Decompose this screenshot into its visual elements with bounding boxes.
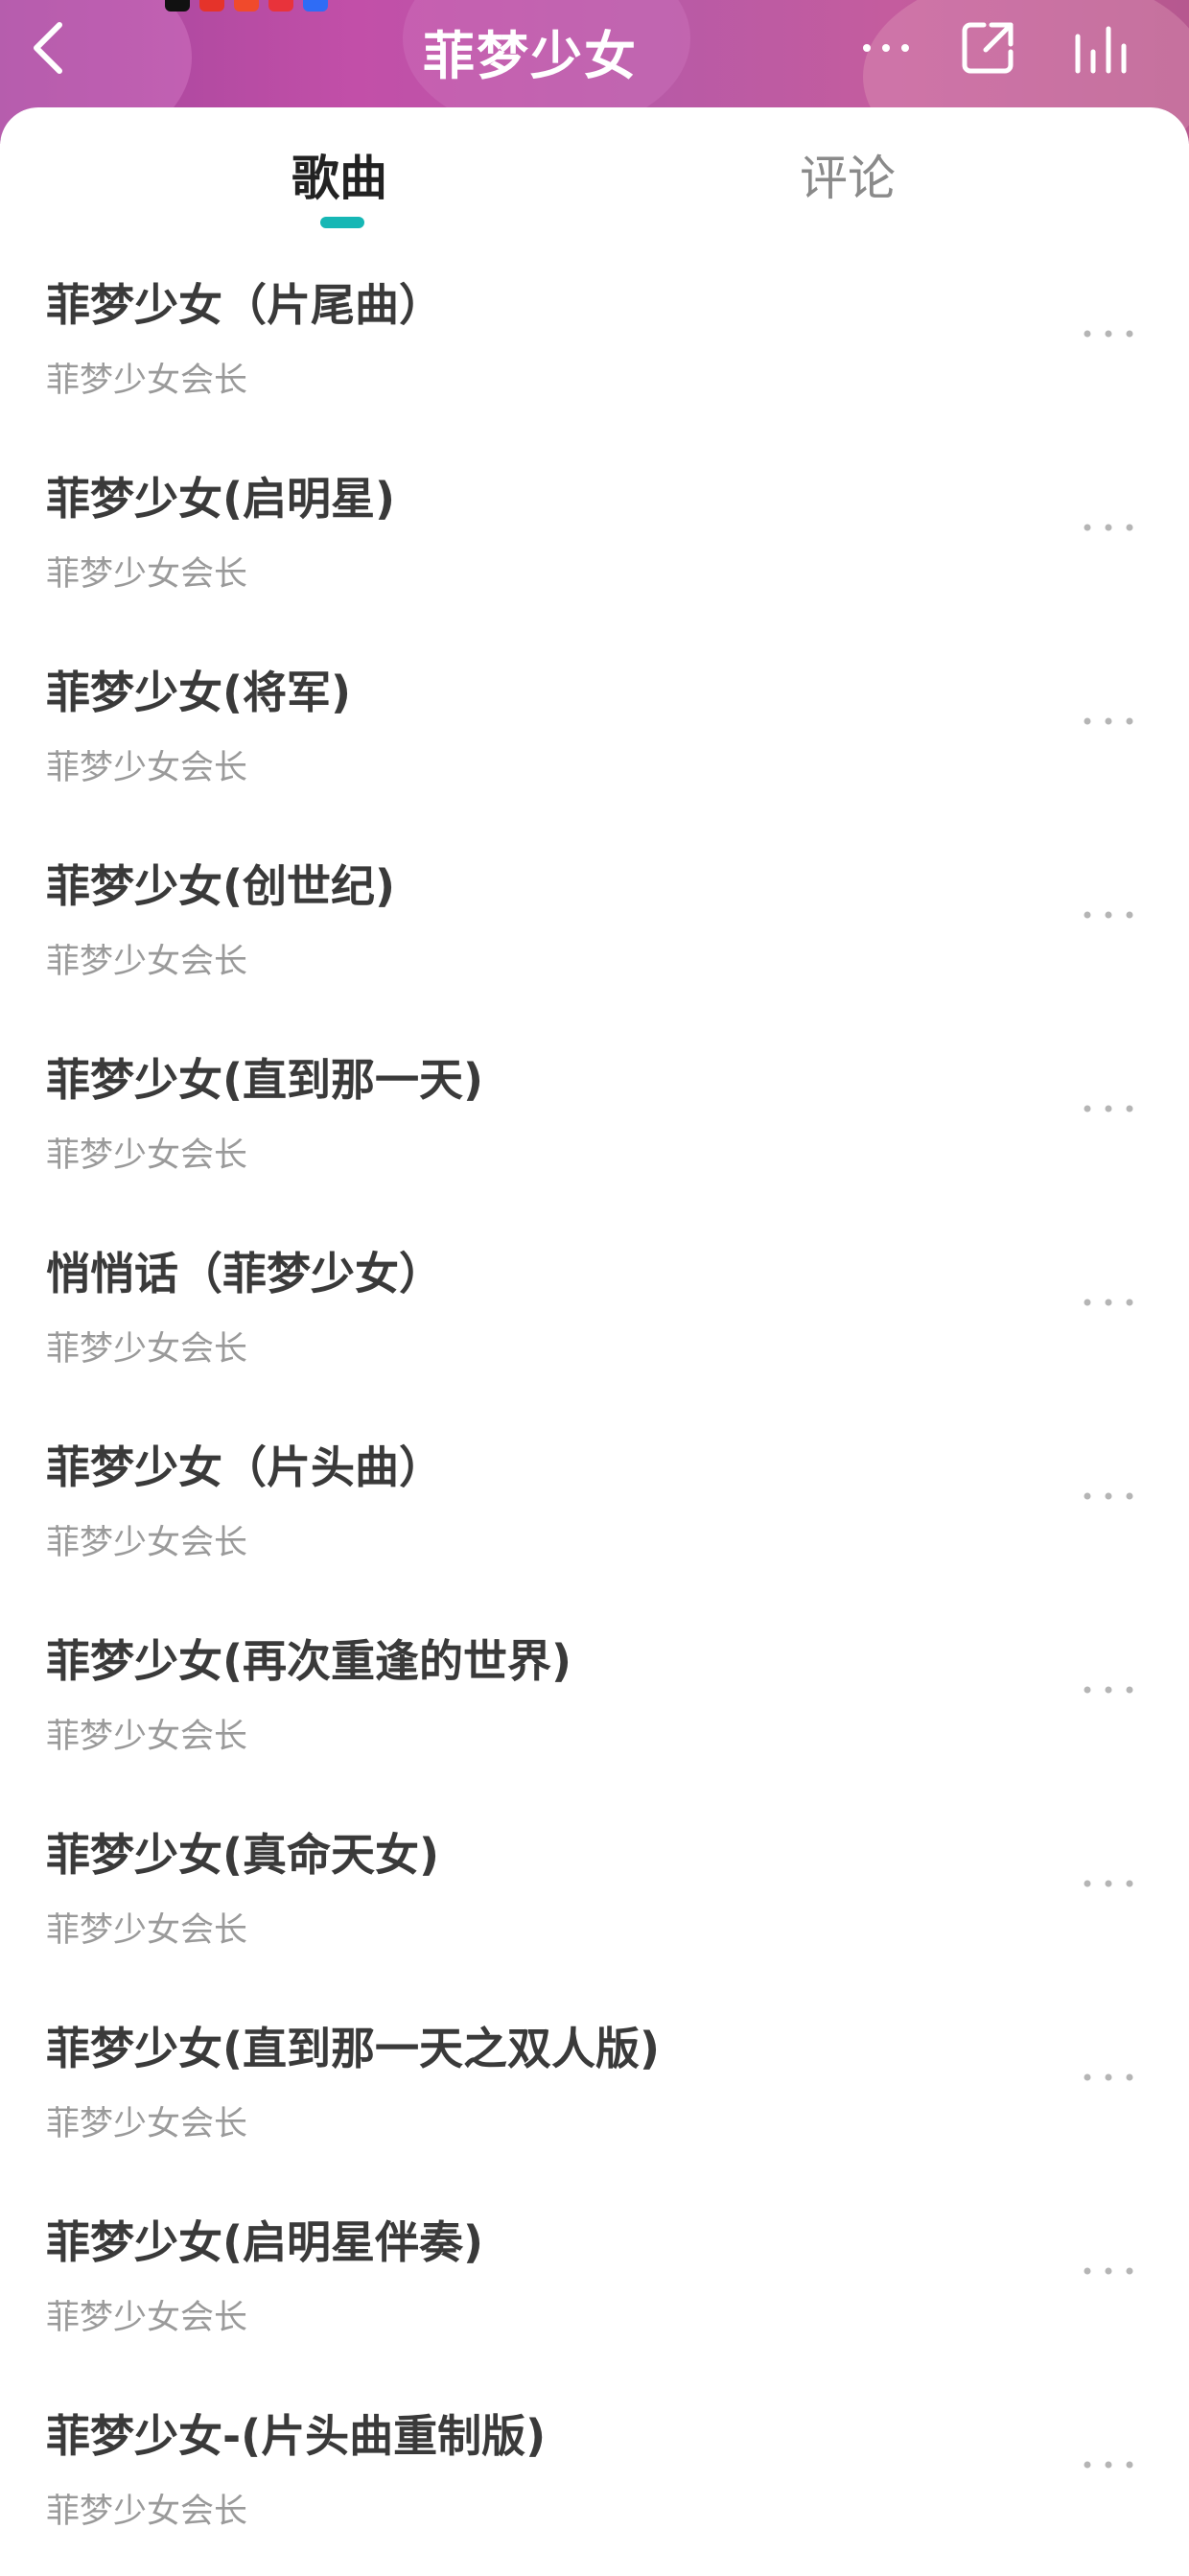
more-options-icon[interactable] xyxy=(1078,903,1139,926)
tab-comments[interactable]: 评论 xyxy=(800,140,896,209)
more-horizontal-icon[interactable] xyxy=(855,17,917,79)
more-options-icon[interactable] xyxy=(1078,516,1139,539)
status-bar-icons xyxy=(165,0,328,12)
more-options-icon[interactable] xyxy=(1078,1872,1139,1895)
song-title: 菲梦少女(再次重逢的世界) xyxy=(46,1635,572,1687)
song-artist: 菲梦少女会长 xyxy=(46,1524,248,1562)
song-list-item[interactable]: 菲梦少女(启明星伴奏) 菲梦少女会长 xyxy=(0,2189,1189,2382)
song-artist: 菲梦少女会长 xyxy=(46,1911,248,1950)
song-list-item[interactable]: 菲梦少女(启明星) 菲梦少女会长 xyxy=(0,445,1189,639)
song-list-item[interactable]: 菲梦少女(真命天女) 菲梦少女会长 xyxy=(0,1801,1189,1995)
song-title: 菲梦少女(启明星) xyxy=(46,473,396,525)
more-options-icon[interactable] xyxy=(1078,1097,1139,1120)
more-options-icon[interactable] xyxy=(1078,1678,1139,1701)
more-options-icon[interactable] xyxy=(1078,1291,1139,1314)
song-artist: 菲梦少女会长 xyxy=(46,2493,248,2531)
song-title: 菲梦少女-(片头曲重制版) xyxy=(46,2410,547,2462)
song-list-item[interactable]: 菲梦少女-(片头曲重制版) 菲梦少女会长 xyxy=(0,2382,1189,2576)
content-panel: 歌曲 评论 菲梦少女（片尾曲） 菲梦少女会长 菲梦少女(启明星) 菲梦少女会长 菲梦少女… xyxy=(0,107,1189,2573)
song-list-item[interactable]: 菲梦少女（片尾曲） 菲梦少女会长 xyxy=(0,251,1189,445)
song-artist: 菲梦少女会长 xyxy=(46,555,248,594)
more-options-icon[interactable] xyxy=(1078,322,1139,345)
tab-songs[interactable]: 歌曲 xyxy=(291,140,387,209)
equalizer-icon[interactable] xyxy=(1070,17,1131,79)
share-external-icon[interactable] xyxy=(957,17,1018,79)
song-artist: 菲梦少女会长 xyxy=(46,1136,248,1175)
more-options-icon[interactable] xyxy=(1078,1485,1139,1508)
song-title: 菲梦少女（片头曲） xyxy=(46,1441,443,1493)
more-options-icon[interactable] xyxy=(1078,710,1139,733)
active-tab-indicator xyxy=(320,217,364,228)
song-artist: 菲梦少女会长 xyxy=(46,943,248,981)
song-artist: 菲梦少女会长 xyxy=(46,2299,248,2337)
song-list: 菲梦少女（片尾曲） 菲梦少女会长 菲梦少女(启明星) 菲梦少女会长 菲梦少女(将军) 菲梦… xyxy=(0,251,1189,2576)
song-artist: 菲梦少女会长 xyxy=(46,1718,248,1756)
song-title: 菲梦少女(将军) xyxy=(46,667,352,718)
song-artist: 菲梦少女会长 xyxy=(46,1330,248,1369)
more-options-icon[interactable] xyxy=(1078,2453,1139,2476)
song-artist: 菲梦少女会长 xyxy=(46,2105,248,2143)
more-options-icon[interactable] xyxy=(1078,2066,1139,2089)
song-list-item[interactable]: 菲梦少女(创世纪) 菲梦少女会长 xyxy=(0,832,1189,1026)
song-title: 菲梦少女(直到那一天之双人版) xyxy=(46,2023,661,2074)
song-artist: 菲梦少女会长 xyxy=(46,749,248,787)
song-list-item[interactable]: 菲梦少女(将军) 菲梦少女会长 xyxy=(0,639,1189,832)
more-options-icon[interactable] xyxy=(1078,2260,1139,2283)
song-artist: 菲梦少女会长 xyxy=(46,362,248,400)
song-list-item[interactable]: 菲梦少女(再次重逢的世界) 菲梦少女会长 xyxy=(0,1607,1189,1801)
song-title: 菲梦少女(创世纪) xyxy=(46,860,396,912)
song-title: 菲梦少女(启明星伴奏) xyxy=(46,2216,484,2268)
song-list-item[interactable]: 菲梦少女（片头曲） 菲梦少女会长 xyxy=(0,1414,1189,1607)
song-title: 菲梦少女（片尾曲） xyxy=(46,279,443,331)
song-title: 悄悄话（菲梦少女） xyxy=(46,1248,443,1300)
song-list-item[interactable]: 菲梦少女(直到那一天) 菲梦少女会长 xyxy=(0,1026,1189,1220)
song-title: 菲梦少女(直到那一天) xyxy=(46,1054,484,1106)
song-title: 菲梦少女(真命天女) xyxy=(46,1829,440,1881)
song-list-item[interactable]: 菲梦少女(直到那一天之双人版) 菲梦少女会长 xyxy=(0,1995,1189,2189)
song-list-item[interactable]: 悄悄话（菲梦少女） 菲梦少女会长 xyxy=(0,1220,1189,1414)
tab-bar: 歌曲 评论 xyxy=(0,107,1189,232)
